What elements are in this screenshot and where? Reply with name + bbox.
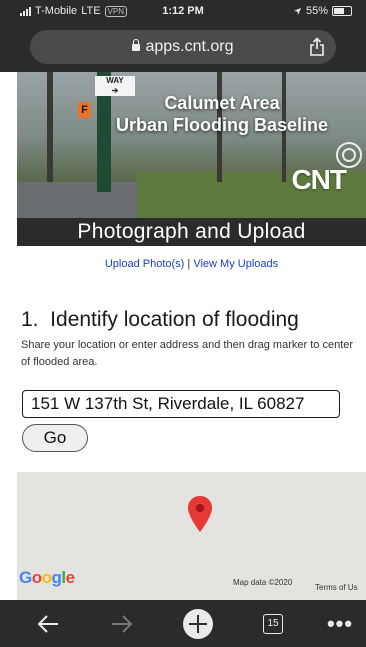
status-right: 55%: [293, 5, 352, 17]
tree-trunk-graphic: [47, 72, 53, 182]
hero-banner: WAY ➔ F Calumet Area Urban Flooding Basel…: [17, 72, 366, 218]
sidewalk-graphic: [17, 182, 147, 218]
status-bar: T-Mobile LTE VPN 1:12 PM 55%: [0, 0, 366, 26]
google-logo-letter: g: [51, 568, 62, 587]
map-marker-icon[interactable]: [188, 496, 212, 532]
link-separator: |: [187, 258, 191, 270]
google-logo-letter: o: [41, 568, 52, 587]
url-display[interactable]: apps.cnt.org: [30, 38, 336, 56]
google-logo: Google: [19, 568, 75, 588]
tab-count: 15: [263, 613, 283, 634]
cnt-logo: CNT: [291, 164, 347, 195]
battery-percent: 55%: [305, 5, 328, 17]
step-description: Share your location or enter address and…: [21, 339, 354, 368]
google-logo-letter: G: [19, 568, 32, 587]
upload-photos-link[interactable]: Upload Photo(s): [105, 258, 185, 270]
step-title: 1. Identify location of flooding: [21, 308, 299, 331]
f-marker: F: [78, 102, 91, 118]
view-uploads-link[interactable]: View My Uploads: [193, 258, 278, 270]
address-input[interactable]: [22, 390, 340, 418]
more-icon: •••: [326, 610, 354, 636]
location-arrow-icon: [293, 7, 302, 15]
map-terms-link[interactable]: Terms of Us: [315, 583, 358, 592]
browser-chrome: T-Mobile LTE VPN 1:12 PM 55% apps.cnt.or…: [0, 0, 366, 72]
google-logo-letter: o: [31, 568, 42, 587]
address-bar[interactable]: apps.cnt.org: [30, 30, 336, 64]
google-logo-letter: e: [65, 568, 75, 587]
new-tab-button[interactable]: [178, 600, 218, 647]
upload-links: Upload Photo(s) | View My Uploads: [17, 258, 366, 270]
hero-title-line1: Calumet Area: [164, 93, 280, 113]
map-attribution: Map data ©2020: [233, 578, 293, 587]
go-button[interactable]: Go: [22, 424, 88, 452]
back-button[interactable]: [30, 600, 66, 647]
plus-icon: [183, 608, 213, 639]
map-view[interactable]: Google Map data ©2020 Terms of Us: [17, 472, 366, 600]
forward-arrow-icon: [112, 614, 133, 633]
tab-switcher-button[interactable]: 15: [255, 600, 291, 647]
hero-title: Calumet Area Urban Flooding Baseline: [97, 92, 347, 136]
url-text: apps.cnt.org: [145, 38, 234, 55]
battery-fill: [334, 8, 344, 14]
back-arrow-icon: [37, 614, 58, 633]
share-icon[interactable]: [308, 37, 326, 57]
section-title: Photograph and Upload: [17, 218, 366, 246]
more-menu-button[interactable]: •••: [322, 600, 358, 647]
battery-icon: [332, 6, 352, 16]
forward-button[interactable]: [104, 600, 140, 647]
sign-text: WAY: [106, 76, 124, 85]
hero-title-line2: Urban Flooding Baseline: [115, 115, 329, 135]
browser-toolbar: 15 •••: [0, 600, 366, 647]
lock-icon: [132, 39, 141, 51]
